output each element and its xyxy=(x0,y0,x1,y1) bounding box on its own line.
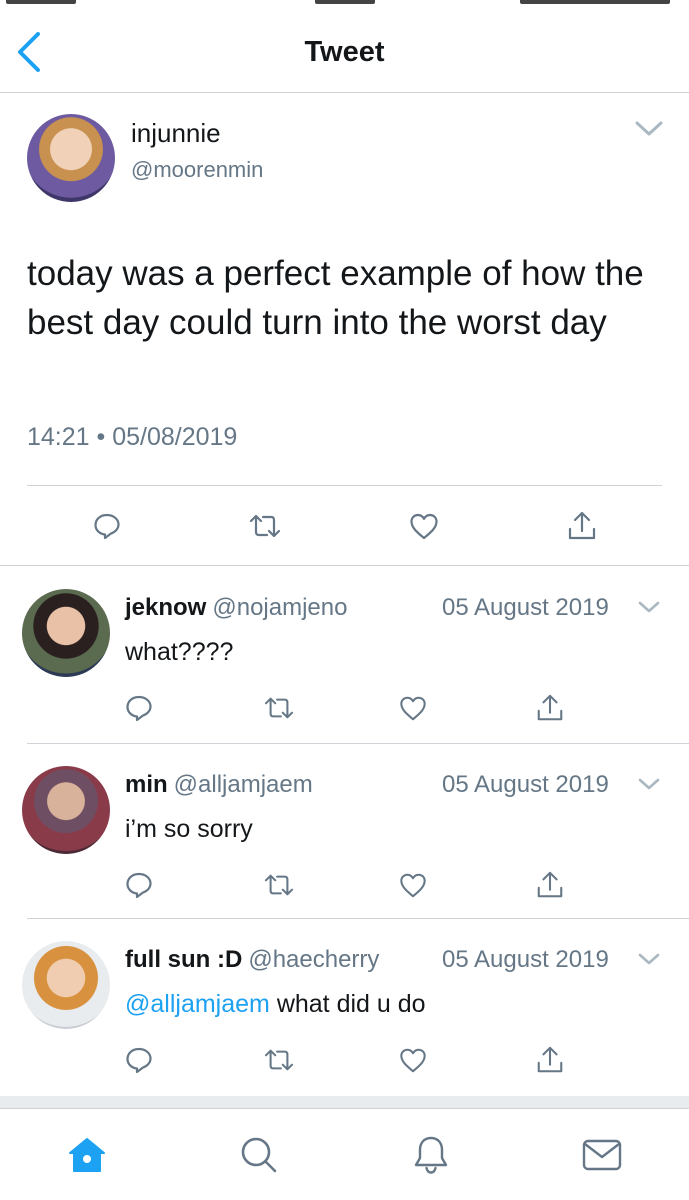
reply-author[interactable]: min @alljamjaem xyxy=(125,771,313,799)
reply-button[interactable] xyxy=(87,506,127,546)
reply-bubble-icon xyxy=(126,695,152,722)
reply-handle: @nojamjeno xyxy=(212,594,348,621)
heart-icon xyxy=(400,873,426,898)
heart-icon xyxy=(400,696,426,721)
share-icon xyxy=(537,694,563,721)
reply-bubble-icon xyxy=(126,1047,152,1074)
reply-bubble-icon xyxy=(94,513,120,540)
divider xyxy=(27,485,662,486)
like-button[interactable] xyxy=(396,691,430,725)
share-button[interactable] xyxy=(562,506,602,546)
share-button[interactable] xyxy=(533,1043,567,1077)
tweet-options-button[interactable] xyxy=(633,118,665,140)
tab-messages[interactable] xyxy=(580,1133,624,1177)
reply-tweet[interactable]: jeknow @nojamjeno 05 August 2019 what???? xyxy=(0,567,689,743)
author-handle[interactable]: @moorenmin xyxy=(131,157,263,183)
reply-text-body: what did u do xyxy=(269,990,426,1018)
retweet-button[interactable] xyxy=(262,691,296,725)
tweet-actions xyxy=(0,506,689,546)
reply-handle: @alljamjaem xyxy=(173,771,313,798)
chevron-down-icon xyxy=(638,601,660,613)
reply-text: what???? xyxy=(125,638,233,667)
retweet-button[interactable] xyxy=(262,1043,296,1077)
reply-options-button[interactable] xyxy=(636,597,662,617)
share-icon xyxy=(537,1046,563,1073)
home-icon xyxy=(69,1138,105,1172)
reply-button[interactable] xyxy=(122,1043,156,1077)
battery-fragment xyxy=(520,0,670,4)
chevron-down-icon xyxy=(638,778,660,790)
author-display-name[interactable]: injunnie xyxy=(131,118,221,149)
reply-display-name: full sun :D xyxy=(125,946,243,973)
reply-mention[interactable]: @alljamjaem xyxy=(125,990,270,1018)
reply-date: 05 August 2019 xyxy=(442,771,609,798)
reply-date: 05 August 2019 xyxy=(442,594,609,621)
clock-fragment xyxy=(315,0,375,4)
reply-button[interactable] xyxy=(122,691,156,725)
reply-author[interactable]: full sun :D @haecherry xyxy=(125,946,379,974)
retweet-button[interactable] xyxy=(262,868,296,902)
bottom-tab-bar xyxy=(0,1108,689,1200)
reply-handle: @haecherry xyxy=(248,946,380,973)
reply-text-body: what???? xyxy=(125,638,234,666)
tab-search[interactable] xyxy=(237,1133,281,1177)
retweet-icon xyxy=(249,514,281,538)
like-button[interactable] xyxy=(404,506,444,546)
avatar[interactable] xyxy=(22,941,110,1029)
share-icon xyxy=(537,871,563,898)
retweet-icon xyxy=(264,874,294,896)
reply-options-button[interactable] xyxy=(636,949,662,969)
reply-tweet[interactable]: full sun :D @haecherry 05 August 2019 @al… xyxy=(0,919,689,1095)
tweet-timestamp: 14:21 • 05/08/2019 xyxy=(27,423,238,451)
tweet-header: Tweet xyxy=(0,8,689,93)
heart-icon xyxy=(410,513,438,540)
chevron-down-icon xyxy=(635,121,663,136)
search-icon xyxy=(241,1137,277,1173)
reply-text: @alljamjaem what did u do xyxy=(125,990,426,1019)
reply-button[interactable] xyxy=(122,868,156,902)
retweet-icon xyxy=(264,697,294,719)
like-button[interactable] xyxy=(396,1043,430,1077)
avatar[interactable] xyxy=(22,766,110,854)
reply-bubble-icon xyxy=(126,872,152,899)
reply-text: i’m so sorry xyxy=(125,815,253,844)
reply-tweet[interactable]: min @alljamjaem 05 August 2019 i’m so sor… xyxy=(0,744,689,920)
reply-author[interactable]: jeknow @nojamjeno xyxy=(125,594,347,622)
tab-notifications[interactable] xyxy=(409,1133,453,1177)
heart-icon xyxy=(400,1048,426,1073)
avatar[interactable] xyxy=(22,589,110,677)
avatar[interactable] xyxy=(27,114,115,202)
page-title: Tweet xyxy=(304,36,385,68)
reply-text-body: i’m so sorry xyxy=(125,815,253,843)
main-tweet: injunnie @moorenmin today was a perfect … xyxy=(0,94,689,566)
like-button[interactable] xyxy=(396,868,430,902)
notifications-bell-icon xyxy=(414,1136,448,1174)
messages-envelope-icon xyxy=(582,1139,622,1171)
retweet-icon xyxy=(264,1049,294,1071)
reply-display-name: jeknow xyxy=(125,594,207,621)
status-bar xyxy=(0,0,689,8)
share-button[interactable] xyxy=(533,691,567,725)
tweet-text: today was a perfect example of how the b… xyxy=(27,254,644,342)
reply-options-button[interactable] xyxy=(636,774,662,794)
retweet-button[interactable] xyxy=(245,506,285,546)
tab-home[interactable] xyxy=(65,1133,109,1177)
reply-display-name: min xyxy=(125,771,168,798)
chevron-down-icon xyxy=(638,953,660,965)
reply-date: 05 August 2019 xyxy=(442,946,609,973)
share-button[interactable] xyxy=(533,868,567,902)
signal-fragment xyxy=(6,0,76,4)
list-end-spacer xyxy=(0,1096,689,1108)
share-icon xyxy=(568,511,596,540)
